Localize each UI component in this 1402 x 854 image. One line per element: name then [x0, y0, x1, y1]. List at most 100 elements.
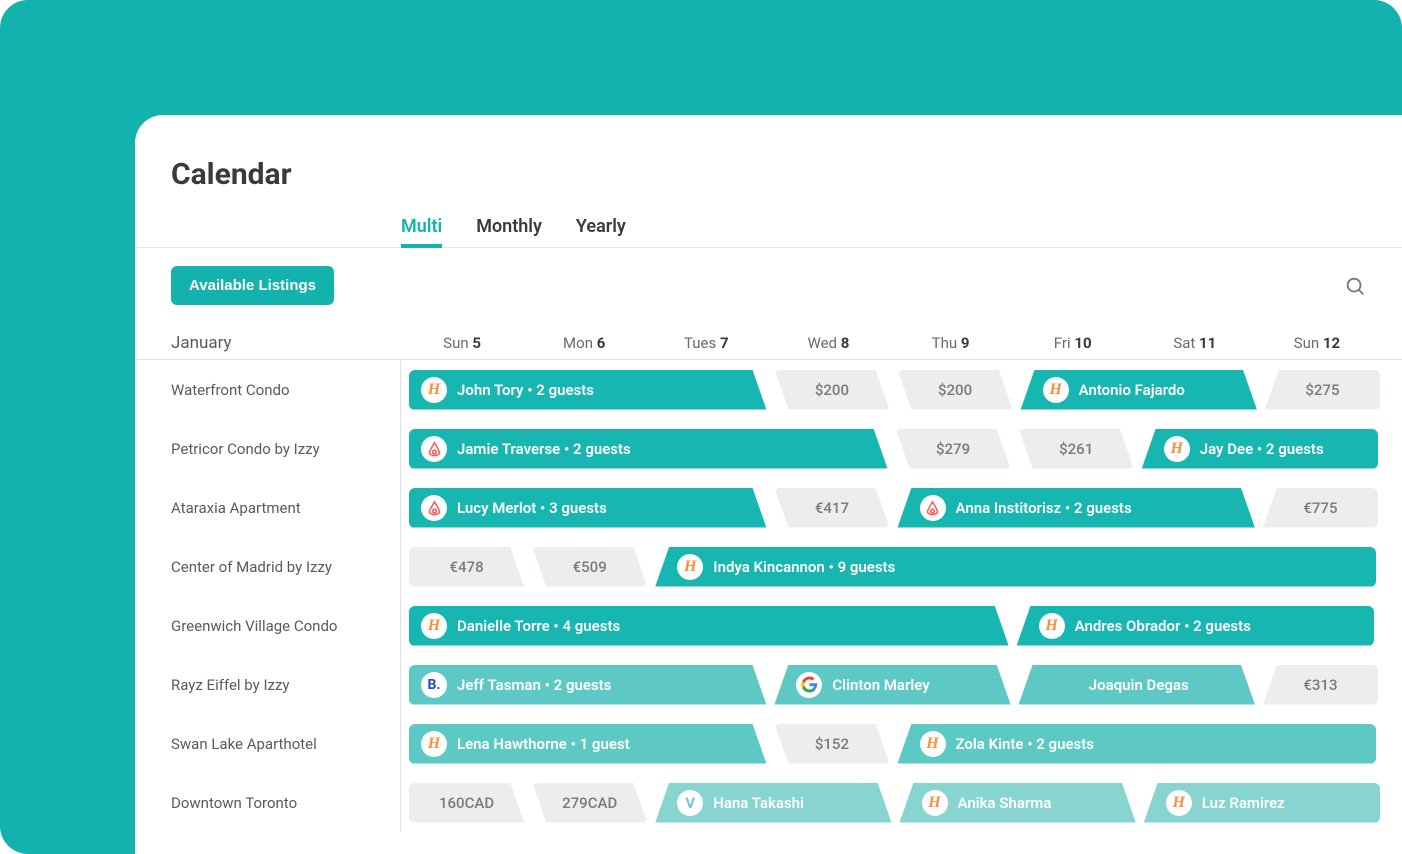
- booking-block[interactable]: HAndres Obrador • 2 guests: [1017, 606, 1374, 646]
- booking-block[interactable]: H Jay Dee • 2 guests: [1142, 429, 1378, 469]
- day-header: Sun 5: [401, 334, 523, 352]
- h-source-icon: H: [677, 554, 703, 580]
- listing-name[interactable]: Downtown Toronto: [135, 773, 401, 832]
- price-cell[interactable]: €509: [532, 547, 647, 587]
- price-cell[interactable]: $200: [898, 370, 1013, 410]
- listing-name[interactable]: Center of Madrid by Izzy: [135, 537, 401, 596]
- a-source-icon: [421, 495, 447, 521]
- price-cell[interactable]: €478: [409, 547, 524, 587]
- price-cell[interactable]: $200: [774, 370, 889, 410]
- listing-row: Waterfront Condo H John Tory • 2 guests $20…: [135, 360, 1402, 419]
- calendar-grid: January Sun 5Mon 6Tues 7Wed 8Thu 9Fri 10…: [135, 333, 1402, 832]
- listing-row: Downtown Toronto160CAD279CAD V Hana Takash…: [135, 773, 1402, 832]
- booking-label: Joaquin Degas: [1089, 676, 1189, 694]
- v-source-icon: V: [677, 790, 703, 816]
- listing-name[interactable]: Petricor Condo by Izzy: [135, 419, 401, 478]
- booking-label: Danielle Torre • 4 guests: [457, 617, 620, 635]
- price-cell[interactable]: €775: [1263, 488, 1378, 528]
- booking-label: Jay Dee • 2 guests: [1200, 440, 1324, 458]
- day-header: Wed 8: [767, 334, 889, 352]
- booking-block[interactable]: H Zola Kinte • 2 guests: [898, 724, 1377, 764]
- booking-label: Clinton Marley: [832, 676, 929, 694]
- booking-block[interactable]: Jamie Traverse • 2 guests: [409, 429, 888, 469]
- day-header: Mon 6: [523, 334, 645, 352]
- price-cell[interactable]: $152: [774, 724, 889, 764]
- price-cell[interactable]: 279CAD: [532, 783, 647, 823]
- booking-block[interactable]: Anna Institorisz • 2 guests: [898, 488, 1255, 528]
- booking-block[interactable]: Lucy Merlot • 3 guests: [409, 488, 766, 528]
- price-cell[interactable]: €417: [774, 488, 889, 528]
- day-header: Sat 11: [1134, 334, 1256, 352]
- calendar-window: Calendar Multi Monthly Yearly Available Li…: [135, 115, 1402, 854]
- booking-label: Lucy Merlot • 3 guests: [457, 499, 607, 517]
- listing-track: H Lena Hawthorne • 1 guest $152 H Zola Kinte…: [401, 714, 1402, 773]
- price-cell[interactable]: €313: [1263, 665, 1378, 705]
- day-header: Thu 9: [890, 334, 1012, 352]
- listing-name[interactable]: Greenwich Village Condo: [135, 596, 401, 655]
- day-header: Tues 7: [645, 334, 767, 352]
- day-header: Fri 10: [1012, 334, 1134, 352]
- price-cell[interactable]: $279: [896, 429, 1011, 469]
- booking-label: Anna Institorisz • 2 guests: [956, 499, 1132, 517]
- a-source-icon: [920, 495, 946, 521]
- booking-block[interactable]: B. Jeff Tasman • 2 guests: [409, 665, 766, 705]
- b-source-icon: B.: [421, 672, 447, 698]
- listing-name[interactable]: Rayz Eiffel by Izzy: [135, 655, 401, 714]
- booking-block[interactable]: H Lena Hawthorne • 1 guest: [409, 724, 766, 764]
- price-cell[interactable]: $261: [1019, 429, 1134, 469]
- listing-track: 160CAD279CAD V Hana Takashi H Anika Sharma HL…: [401, 773, 1402, 832]
- listing-track: HJohn Tory • 2 guests$200$200HAntonio Fa…: [401, 360, 1402, 419]
- listing-track: H Danielle Torre • 4 guests HAndres Obrado…: [401, 596, 1402, 655]
- booking-block[interactable]: H John Tory • 2 guests: [409, 370, 766, 410]
- tab-monthly[interactable]: Monthly: [476, 208, 542, 247]
- view-tabs: Multi Monthly Yearly: [135, 208, 1402, 248]
- h-source-icon: H: [920, 731, 946, 757]
- available-listings-button[interactable]: Available Listings: [171, 266, 334, 305]
- h-source-icon: H: [421, 731, 447, 757]
- booking-label: Luz Ramirez: [1202, 794, 1285, 812]
- booking-block[interactable]: HAntonio Fajardo: [1021, 370, 1257, 410]
- tab-yearly[interactable]: Yearly: [576, 208, 626, 247]
- booking-label: Indya Kincannon • 9 guests: [713, 558, 895, 576]
- booking-label: Hana Takashi: [713, 794, 804, 812]
- listing-name[interactable]: Ataraxia Apartment: [135, 478, 401, 537]
- booking-label: Anika Sharma: [958, 794, 1052, 812]
- price-cell[interactable]: $275: [1265, 370, 1380, 410]
- booking-label: Andres Obrador • 2 guests: [1075, 617, 1251, 635]
- listing-row: Ataraxia Apartment Lucy Merlot • 3 guests…: [135, 478, 1402, 537]
- h-source-icon: H: [922, 790, 948, 816]
- h-source-icon: H: [1043, 377, 1069, 403]
- booking-label: Zola Kinte • 2 guests: [956, 735, 1095, 753]
- listing-row: Swan Lake Aparthotel H Lena Hawthorne • 1 …: [135, 714, 1402, 773]
- booking-block[interactable]: H Danielle Torre • 4 guests: [409, 606, 1009, 646]
- h-source-icon: H: [421, 377, 447, 403]
- booking-label: Lena Hawthorne • 1 guest: [457, 735, 630, 753]
- price-cell[interactable]: 160CAD: [409, 783, 524, 823]
- search-icon[interactable]: [1344, 275, 1366, 297]
- toolbar: Available Listings: [135, 248, 1402, 305]
- day-header: Sun 12: [1256, 334, 1378, 352]
- booking-block[interactable]: HLuz Ramirez: [1144, 783, 1380, 823]
- page-title: Calendar: [135, 157, 1402, 192]
- listing-name[interactable]: Swan Lake Aparthotel: [135, 714, 401, 773]
- booking-label: John Tory • 2 guests: [457, 381, 594, 399]
- listing-track: Jamie Traverse • 2 guests $279$261 H Jay De…: [401, 419, 1402, 478]
- a-source-icon: [421, 436, 447, 462]
- booking-block[interactable]: V Hana Takashi: [655, 783, 891, 823]
- g-source-icon: [796, 672, 822, 698]
- listing-track: B. Jeff Tasman • 2 guests Clinton Marley Jo…: [401, 655, 1402, 714]
- booking-block[interactable]: H Indya Kincannon • 9 guests: [655, 547, 1376, 587]
- booking-label: Jamie Traverse • 2 guests: [457, 440, 631, 458]
- listing-row: Greenwich Village Condo H Danielle Torre •…: [135, 596, 1402, 655]
- listing-name[interactable]: Waterfront Condo: [135, 360, 401, 419]
- month-label: January: [135, 333, 401, 353]
- booking-label: Jeff Tasman • 2 guests: [457, 676, 611, 694]
- tab-multi[interactable]: Multi: [401, 208, 442, 247]
- h-source-icon: H: [1164, 436, 1190, 462]
- booking-block[interactable]: Joaquin Degas: [1019, 665, 1255, 705]
- booking-block[interactable]: H Anika Sharma: [900, 783, 1136, 823]
- h-source-icon: H: [421, 613, 447, 639]
- listing-row: Petricor Condo by Izzy Jamie Traverse • 2…: [135, 419, 1402, 478]
- listing-track: €478€509 H Indya Kincannon • 9 guests: [401, 537, 1402, 596]
- booking-block[interactable]: Clinton Marley: [774, 665, 1010, 705]
